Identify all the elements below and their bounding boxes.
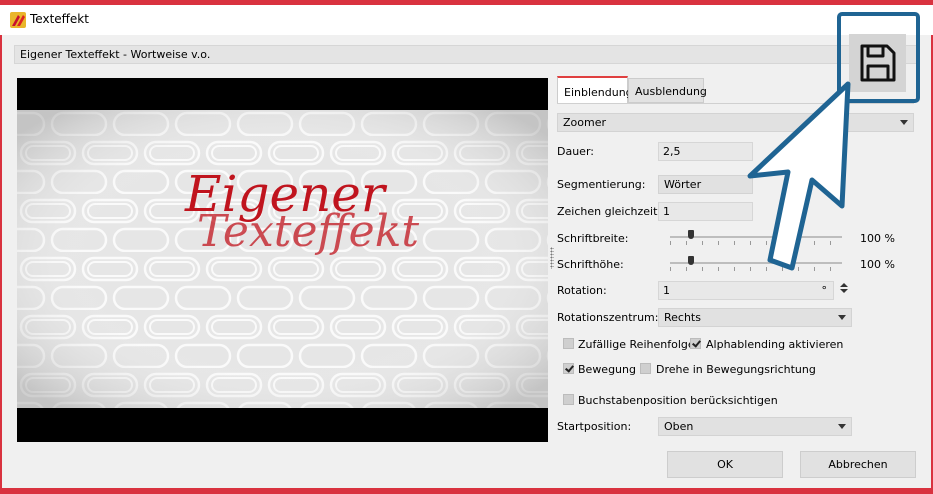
effect-name-bar: Eigener Texteffekt - Wortweise v.o. [14, 45, 918, 64]
rotation-label: Rotation: [557, 284, 607, 297]
chevron-down-icon [838, 315, 846, 320]
cancel-button[interactable]: Abbrechen [800, 451, 916, 478]
segmentierung-value: Wörter [664, 178, 702, 191]
dauer-value: 2,5 [663, 145, 681, 158]
ok-button[interactable]: OK [667, 451, 783, 478]
startposition-value: Oben [664, 420, 694, 433]
tab-ausblendung[interactable]: Ausblendung [628, 78, 707, 103]
title-bar: Texteffekt [0, 5, 933, 35]
drehe-checkbox[interactable] [640, 363, 651, 374]
schrifthoehe-label: Schrifthöhe: [557, 258, 624, 271]
bewegung-label: Bewegung [578, 363, 636, 376]
alphablending-label: Alphablending aktivieren [706, 338, 844, 351]
splitter-handle[interactable] [550, 247, 554, 269]
rotationszentrum-value: Rechts [664, 311, 701, 324]
window-bottom-border [0, 488, 933, 494]
spin-up-icon[interactable] [840, 283, 848, 287]
window-title: Texteffekt [30, 12, 89, 26]
rotation-unit: ° [821, 284, 828, 297]
chevron-down-icon [900, 120, 908, 125]
preview-text-line1: Eigener [184, 165, 388, 223]
schrifthoehe-slider-thumb[interactable] [687, 256, 694, 265]
startposition-select[interactable]: Oben [658, 417, 852, 436]
zufaellig-checkbox[interactable] [563, 338, 574, 349]
bewegung-checkbox[interactable] [563, 363, 574, 374]
app-icon [10, 12, 26, 28]
rotation-input[interactable]: 1 ° [658, 281, 834, 300]
rotationszentrum-label: Rotationszentrum: [557, 311, 659, 324]
zeichen-value: 1 [663, 205, 670, 218]
zufaellig-label: Zufällige Reihenfolge [578, 338, 695, 351]
tab-einblendung[interactable]: Einblendung [557, 76, 633, 103]
buchstabenposition-checkbox[interactable] [563, 394, 574, 405]
segmentierung-label: Segmentierung: [557, 178, 646, 191]
zeichen-label: Zeichen gleichzeitig: [557, 205, 672, 218]
pointer-arrow-icon [747, 81, 851, 271]
rotation-spinner[interactable] [840, 283, 848, 293]
window-left-border [0, 5, 2, 488]
effect-select-value: Zoomer [563, 116, 607, 129]
chevron-down-icon [838, 424, 846, 429]
spin-down-icon[interactable] [840, 289, 848, 293]
alphablending-checkbox[interactable] [690, 338, 701, 349]
rotation-value: 1 [663, 284, 670, 297]
schriftbreite-label: Schriftbreite: [557, 232, 629, 245]
drehe-label: Drehe in Bewegungsrichtung [656, 363, 816, 376]
preview-area: Texteffekt Eigener [17, 78, 548, 442]
buchstabenposition-label: Buchstabenposition berücksichtigen [578, 394, 778, 407]
schriftbreite-slider-thumb[interactable] [687, 230, 694, 239]
rotationszentrum-select[interactable]: Rechts [658, 308, 852, 327]
dauer-label: Dauer: [557, 145, 594, 158]
startposition-label: Startposition: [557, 420, 632, 433]
